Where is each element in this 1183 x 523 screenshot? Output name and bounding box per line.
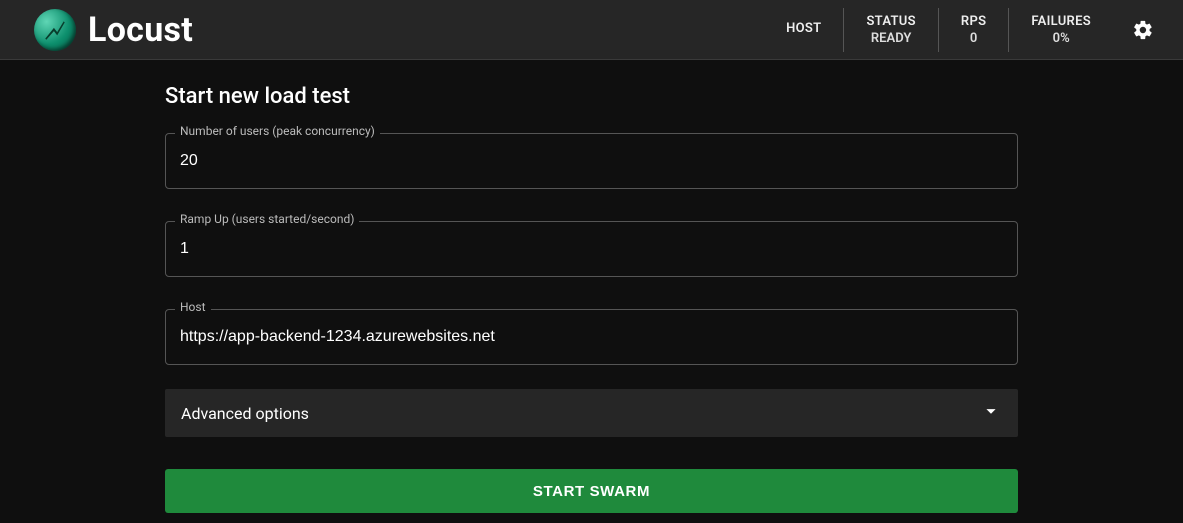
app-title: Locust — [88, 10, 193, 50]
field-host: Host — [165, 309, 1018, 365]
stat-status-value: READY — [866, 31, 915, 46]
locust-logo-icon — [34, 9, 76, 51]
chevron-down-icon — [980, 400, 1002, 426]
gear-icon — [1132, 19, 1154, 41]
page-title: Start new load test — [165, 84, 1018, 109]
stat-rps-value: 0 — [961, 31, 986, 46]
field-ramp: Ramp Up (users started/second) — [165, 221, 1018, 277]
start-swarm-button[interactable]: START SWARM — [165, 469, 1018, 513]
users-input[interactable] — [165, 133, 1018, 189]
stat-host-label: HOST — [786, 21, 821, 36]
locust-icon — [42, 17, 68, 43]
advanced-options-toggle[interactable]: Advanced options — [165, 389, 1018, 437]
stat-failures-value: 0% — [1031, 31, 1091, 46]
app-header: Locust HOST STATUS READY RPS 0 FAILURES … — [0, 0, 1183, 60]
field-host-label: Host — [175, 300, 211, 314]
field-ramp-label: Ramp Up (users started/second) — [175, 212, 359, 226]
settings-button[interactable] — [1131, 18, 1155, 42]
stat-host: HOST — [764, 8, 843, 52]
stat-failures-label: FAILURES — [1031, 14, 1091, 29]
stat-status: STATUS READY — [843, 8, 937, 52]
stat-status-label: STATUS — [866, 14, 915, 29]
stat-failures: FAILURES 0% — [1008, 8, 1113, 52]
logo-wrap: Locust — [34, 9, 193, 51]
advanced-options-label: Advanced options — [181, 404, 309, 423]
ramp-input[interactable] — [165, 221, 1018, 277]
host-input[interactable] — [165, 309, 1018, 365]
stat-rps-label: RPS — [961, 14, 986, 29]
stat-rps: RPS 0 — [938, 8, 1008, 52]
main-form: Start new load test Number of users (pea… — [165, 60, 1018, 513]
header-stats: HOST STATUS READY RPS 0 FAILURES 0% — [764, 8, 1155, 52]
field-users-label: Number of users (peak concurrency) — [175, 124, 380, 138]
field-users: Number of users (peak concurrency) — [165, 133, 1018, 189]
